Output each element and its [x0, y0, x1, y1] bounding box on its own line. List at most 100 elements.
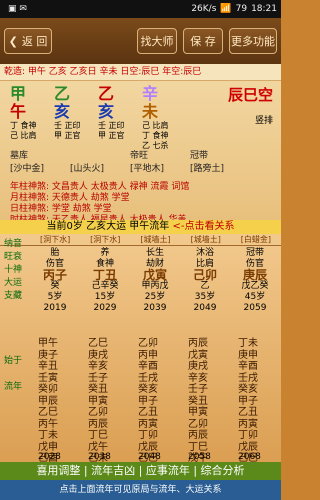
pillar-1: 乙亥壬 正印甲 正官	[54, 85, 98, 151]
dayun-panel: [洞下水][洞下水][城墙土][城墙土][白蜡金]纳音旺衰十神大运支藏始于流年止…	[0, 234, 281, 488]
nayin-cell: 冠带	[190, 151, 209, 161]
dayun-zhang: 养	[100, 248, 110, 258]
pillar-zhi: 亥	[98, 102, 115, 121]
pillar-gan: 辛	[142, 84, 159, 103]
hidden-stem: 己 比肩	[142, 121, 169, 130]
shensha-line: 月柱神煞: 天德贵人 劫煞 学堂	[10, 193, 130, 203]
dayun-col-2[interactable]: 长生 劫财 戊寅 甲丙戊 25岁 2039	[130, 248, 180, 314]
dayun-end-year: 2068	[238, 452, 261, 462]
nayin-cell: [沙中金]	[10, 164, 45, 174]
status-notify-icon: ▣ ✉	[8, 4, 27, 14]
dayun-end-year: 2058	[188, 452, 211, 462]
top-toolbar: ❮ 返 回 找大师 保 存 更多功能	[0, 18, 281, 64]
row-label: 流年	[4, 382, 23, 392]
dayun-zhang: 长生	[145, 248, 164, 258]
hidden-stem: 丁 食神	[142, 131, 169, 140]
pillar-zhi: 午	[10, 102, 27, 121]
network-speed: 26K/s	[191, 4, 217, 14]
dayun-end-year: 2038	[88, 452, 111, 462]
wifi-icon: 📶	[220, 4, 232, 14]
dayun-start-year: 2059	[243, 303, 267, 313]
dayun-age: 45岁	[244, 292, 266, 302]
dayun-zhang: 胎	[50, 248, 60, 258]
kong-info: 辰巳空 竖排	[228, 84, 273, 126]
dayun-age: 35岁	[194, 292, 216, 302]
more-functions-button[interactable]: 更多功能	[229, 28, 277, 54]
dayun-ganzhi: 丁丑	[92, 268, 117, 282]
row-label: 纳音	[4, 239, 23, 249]
nayin-cell: 帝旺	[130, 151, 149, 161]
nayin-row: 墓库 帝旺 冠带 [沙中金] [山头火] [平地木] [路旁土]	[10, 148, 244, 174]
nayin-cell: [山头火]	[70, 164, 105, 174]
row-label: 支藏	[4, 291, 23, 301]
pillar-gan: 甲	[10, 84, 27, 103]
row-label: 十神	[4, 265, 23, 275]
hidden-stem: 壬 正印	[54, 121, 81, 130]
dayun-ganzhi: 庚辰	[242, 268, 267, 282]
save-button[interactable]: 保 存	[183, 28, 223, 54]
hint-bar: 点击上面流年可见原局与流年、大运关系	[0, 480, 281, 500]
pillar-0: 甲午丁 食神己 比肩	[10, 85, 54, 151]
hidden-stem: 丁 食神	[10, 121, 37, 130]
dayun-age: 5岁	[47, 292, 63, 302]
vertical-toggle[interactable]: 竖排	[228, 113, 273, 126]
dayun-start-year: 2049	[193, 303, 217, 313]
dayun-age: 25岁	[144, 292, 166, 302]
pillar-gan: 乙	[98, 84, 115, 103]
back-arrow-icon: ❮	[8, 34, 18, 48]
dayun-nayin: [白蜡金]	[240, 235, 272, 244]
dayun-start-year: 2029	[93, 303, 117, 313]
dayun-hidden: 乙	[200, 281, 210, 291]
dayun-ganzhi: 戊寅	[142, 268, 167, 282]
dayun-end-year: 2048	[138, 452, 161, 462]
pillar-3: 辛未己 比肩丁 食神乙 七杀	[142, 85, 186, 151]
pillar-zhi: 未	[142, 102, 159, 121]
dayun-start-year: 2019	[43, 303, 67, 313]
shensha-line: 年柱神煞: 文昌贵人 太极贵人 禄神 流霞 词馆	[10, 182, 190, 192]
hidden-stem: 己 比肩	[10, 131, 37, 140]
row-label: 大运	[4, 278, 23, 288]
hidden-stem: 壬 正印	[98, 121, 125, 130]
dayun-ganzhi: 丙子	[42, 268, 67, 282]
dayun-ganzhi: 己卯	[192, 268, 217, 282]
back-button[interactable]: ❮ 返 回	[4, 28, 52, 54]
dayun-hidden: 己辛癸	[91, 281, 119, 291]
dayun-zhang: 沐浴	[195, 248, 214, 258]
nayin-cell: [路旁土]	[190, 164, 225, 174]
dayun-start-year: 2039	[143, 303, 167, 313]
row-label: 旺衰	[4, 252, 23, 262]
nayin-cell: 墓库	[10, 151, 29, 161]
clock: 18:21	[251, 4, 277, 14]
dayun-nayin-header: [洞下水] [洞下水] [城墙土] [城墙土] [白蜡金]	[0, 234, 281, 246]
dayun-col-3[interactable]: 沐浴 比肩 己卯乙 35岁 2049	[180, 248, 230, 314]
kong-label: 辰巳空	[227, 86, 273, 104]
dayun-hidden: 癸	[50, 281, 60, 291]
pillar-2: 乙亥壬 正印甲 正官	[98, 85, 142, 151]
dayun-hidden: 甲丙戊	[141, 281, 169, 291]
battery-level: 79	[235, 4, 248, 14]
dayun-col-4[interactable]: 冠带 伤官 庚辰 戊乙癸 45岁 2059	[230, 248, 280, 314]
hidden-stem: 甲 正官	[54, 131, 81, 140]
dayun-col-1[interactable]: 养食神 丁丑 己辛癸 15岁 2029	[80, 248, 130, 314]
pillar-zhi: 亥	[54, 102, 71, 121]
dayun-nayin: [洞下水]	[39, 235, 71, 244]
hidden-stem: 甲 正官	[98, 131, 125, 140]
pillar-gan: 乙	[54, 84, 71, 103]
find-master-button[interactable]: 找大师	[137, 28, 177, 54]
dayun-end-year: 2028	[38, 452, 61, 462]
dayun-col-0[interactable]: 胎伤官 丙子癸 5岁 2019	[30, 248, 80, 314]
dayun-nayin: [城墙土]	[190, 235, 221, 244]
status-bar: ▣ ✉ 26K/s 📶 79 18:21	[0, 0, 281, 18]
nayin-cell	[70, 148, 124, 161]
function-tabs[interactable]: 喜用调整 | 流年吉凶 | 应事流年 | 综合分析	[0, 462, 281, 480]
dayun-age: 15岁	[94, 292, 116, 302]
chart-header: 乾造: 甲午 乙亥 乙亥日 辛未 日空:辰巳 年空:辰巳	[0, 64, 281, 81]
dayun-zhang: 冠带	[245, 248, 264, 258]
dayun-nayin: [洞下水]	[90, 235, 121, 244]
dayun-nayin: [城墙土]	[140, 235, 171, 244]
shensha-line: 日柱神煞: 学堂 劫煞 学堂	[10, 204, 112, 214]
nayin-cell: [平地木]	[130, 164, 165, 174]
current-info-bar[interactable]: 当前0岁 乙亥大运 甲午流年 <-点击看关系	[0, 220, 281, 234]
row-label: 始于	[4, 356, 23, 366]
dayun-hidden: 戊乙癸	[241, 281, 269, 291]
